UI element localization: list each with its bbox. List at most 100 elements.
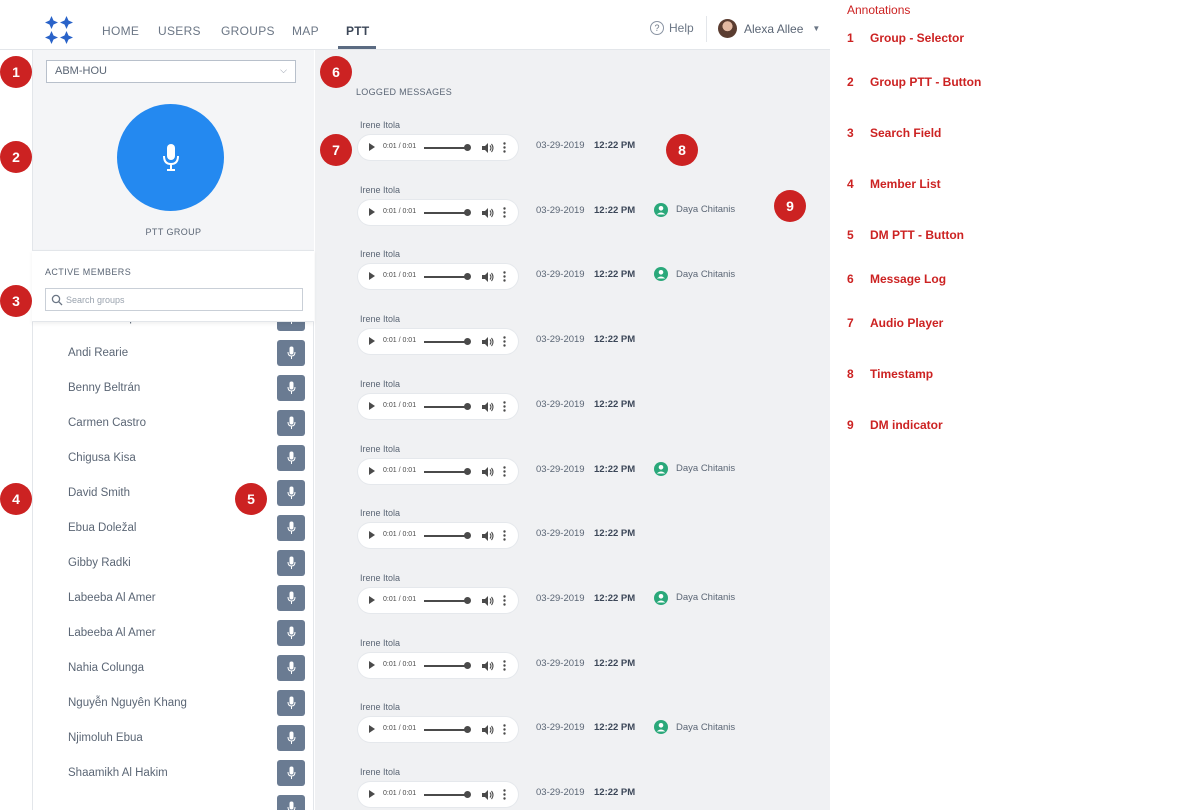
seek-bar[interactable]	[424, 470, 467, 473]
dm-ptt-button[interactable]	[277, 620, 305, 646]
volume-icon[interactable]	[482, 531, 494, 542]
seek-handle[interactable]	[464, 532, 471, 540]
member-list-item[interactable]: Benny Beltrán	[33, 373, 314, 408]
more-options-icon[interactable]	[503, 595, 506, 606]
seek-handle[interactable]	[464, 402, 471, 410]
play-icon[interactable]	[369, 143, 375, 151]
volume-icon[interactable]	[482, 660, 494, 671]
audio-player[interactable]: 0:01 / 0:01	[358, 652, 518, 678]
member-list-item[interactable]	[33, 793, 314, 810]
more-options-icon[interactable]	[503, 659, 506, 671]
audio-player[interactable]: 0:01 / 0:01	[358, 135, 518, 160]
play-icon[interactable]	[369, 337, 375, 346]
volume-icon[interactable]	[482, 207, 494, 218]
group-selector[interactable]: ABM-HOU ⌵	[46, 60, 296, 83]
play-icon[interactable]	[369, 725, 375, 734]
audio-player[interactable]: 0:01 / 0:01	[358, 587, 518, 613]
volume-icon[interactable]	[482, 466, 494, 477]
seek-handle[interactable]	[464, 791, 471, 798]
member-list-item[interactable]: Shaamikh Al Hakim	[33, 758, 314, 793]
dm-ptt-button[interactable]	[277, 445, 305, 471]
seek-handle[interactable]	[464, 467, 471, 475]
more-options-icon[interactable]	[503, 530, 506, 541]
seek-handle[interactable]	[464, 726, 471, 734]
search-input[interactable]	[66, 292, 291, 307]
play-icon[interactable]	[369, 660, 375, 669]
play-icon[interactable]	[369, 207, 375, 216]
dm-ptt-button[interactable]	[277, 585, 305, 611]
dm-ptt-button[interactable]	[277, 725, 305, 751]
volume-icon[interactable]	[482, 725, 494, 736]
member-list-item[interactable]: David Smith	[33, 478, 314, 513]
seek-bar[interactable]	[424, 341, 467, 344]
volume-icon[interactable]	[482, 143, 494, 153]
play-icon[interactable]	[369, 272, 375, 281]
audio-player[interactable]: 0:01 / 0:01	[358, 329, 518, 355]
dm-ptt-button[interactable]	[277, 375, 305, 401]
audio-player[interactable]: 0:01 / 0:01	[358, 458, 518, 484]
audio-player[interactable]: 0:01 / 0:01	[358, 199, 518, 225]
seek-handle[interactable]	[464, 144, 471, 151]
member-list-item[interactable]: Chigusa Kisa	[33, 443, 314, 478]
seek-handle[interactable]	[464, 596, 471, 604]
member-list-item[interactable]: Labeeba Al Amer	[33, 583, 314, 618]
tab-users[interactable]: USERS	[158, 24, 201, 38]
dm-ptt-button[interactable]	[277, 690, 305, 716]
more-options-icon[interactable]	[503, 401, 506, 412]
dm-ptt-button[interactable]	[277, 795, 305, 810]
play-icon[interactable]	[369, 401, 375, 410]
volume-icon[interactable]	[482, 790, 494, 800]
app-logo-icon[interactable]	[44, 15, 74, 45]
more-options-icon[interactable]	[503, 789, 506, 800]
audio-player[interactable]: 0:01 / 0:01	[358, 264, 518, 290]
dm-ptt-button[interactable]	[277, 655, 305, 681]
tab-home[interactable]: HOME	[102, 24, 139, 38]
dm-ptt-button[interactable]	[277, 480, 305, 506]
more-options-icon[interactable]	[503, 724, 506, 735]
more-options-icon[interactable]	[503, 271, 506, 283]
search-field[interactable]	[45, 288, 303, 311]
member-list-item[interactable]: Labeeba Al Amer	[33, 618, 314, 653]
seek-bar[interactable]	[424, 276, 467, 279]
more-options-icon[interactable]	[503, 142, 506, 153]
seek-bar[interactable]	[424, 535, 467, 538]
dm-ptt-button[interactable]	[277, 760, 305, 786]
member-list-item[interactable]: Ebua Doležal	[33, 513, 314, 548]
play-icon[interactable]	[369, 466, 375, 475]
tab-ptt[interactable]: PTT	[346, 24, 370, 38]
more-options-icon[interactable]	[503, 465, 506, 477]
member-list-item[interactable]: Andi Rearie	[33, 338, 314, 373]
help-link[interactable]: ? Help	[650, 21, 694, 35]
play-icon[interactable]	[369, 531, 375, 540]
seek-handle[interactable]	[464, 208, 471, 216]
tab-map[interactable]: MAP	[292, 24, 319, 38]
seek-bar[interactable]	[424, 405, 467, 408]
dm-ptt-button[interactable]	[277, 340, 305, 366]
audio-player[interactable]: 0:01 / 0:01	[358, 717, 518, 743]
seek-bar[interactable]	[424, 729, 467, 732]
member-list-item[interactable]: Nguyễn Nguyên Khang	[33, 688, 314, 723]
dm-ptt-button[interactable]	[277, 515, 305, 541]
more-options-icon[interactable]	[503, 336, 506, 347]
dm-ptt-button[interactable]	[277, 410, 305, 436]
audio-player[interactable]: 0:01 / 0:01	[358, 523, 518, 549]
seek-handle[interactable]	[464, 273, 471, 281]
group-ptt-button[interactable]	[117, 104, 224, 211]
seek-bar[interactable]	[424, 794, 467, 796]
member-list-item[interactable]: Gibby Radki	[33, 548, 314, 583]
volume-icon[interactable]	[482, 272, 494, 283]
seek-bar[interactable]	[424, 599, 467, 602]
tab-groups[interactable]: GROUPS	[221, 24, 275, 38]
audio-player[interactable]: 0:01 / 0:01	[358, 393, 518, 419]
seek-bar[interactable]	[424, 211, 467, 214]
play-icon[interactable]	[369, 595, 375, 604]
seek-handle[interactable]	[464, 661, 471, 669]
more-options-icon[interactable]	[503, 206, 506, 218]
seek-bar[interactable]	[424, 147, 467, 149]
member-list-item[interactable]: Njimoluh Ebua	[33, 723, 314, 758]
volume-icon[interactable]	[482, 337, 494, 348]
seek-handle[interactable]	[464, 338, 471, 346]
volume-icon[interactable]	[482, 401, 494, 412]
user-menu[interactable]: Alexa Allee ▼	[718, 19, 820, 38]
member-list-item[interactable]: Nahia Colunga	[33, 653, 314, 688]
